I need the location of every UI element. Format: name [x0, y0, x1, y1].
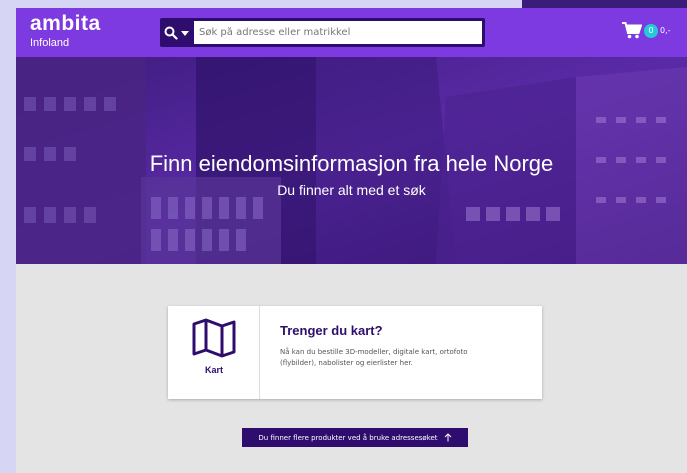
- product-card-icon-panel: Kart: [168, 306, 260, 399]
- search-bar: [160, 18, 485, 47]
- browser-top-strip: [0, 0, 687, 8]
- chevron-down-icon: [181, 30, 189, 36]
- cart-count-badge: 0: [644, 23, 658, 38]
- cart-amount: 0,-: [660, 26, 671, 35]
- cart-icon: [622, 22, 642, 39]
- product-card-heading: Trenger du kart?: [280, 323, 383, 338]
- cta-label: Du finner flere produkter ved å bruke ad…: [258, 433, 438, 442]
- hero-banner: Finn eiendomsinformasjon fra hele Norge …: [16, 57, 687, 264]
- brand-name: ambita: [30, 12, 101, 35]
- search-type-dropdown[interactable]: [164, 22, 194, 43]
- product-card-map[interactable]: Kart Trenger du kart? Nå kan du bestille…: [168, 306, 542, 399]
- top-strip-dark-bar: [522, 0, 687, 8]
- search-icon: [164, 26, 178, 40]
- top-header: ambita Infoland 0 0,: [16, 8, 687, 57]
- brand-sub: Infoland: [30, 37, 70, 49]
- search-input[interactable]: [194, 21, 482, 44]
- brand-logo[interactable]: ambita Infoland: [30, 13, 101, 50]
- cart-button[interactable]: 0 0,-: [622, 22, 671, 39]
- search-more-products-button[interactable]: Du finner flere produkter ved å bruke ad…: [242, 428, 468, 447]
- hero-subtitle: Du finner alt med et søk: [277, 182, 426, 198]
- product-card-description: Nå kan du bestille 3D-modeller, digitale…: [280, 348, 468, 367]
- hero-title: Finn eiendomsinformasjon fra hele Norge: [149, 151, 554, 176]
- app-window: ambita Infoland 0 0,: [16, 8, 687, 473]
- arrow-up-icon: [444, 433, 451, 442]
- map-icon: [192, 318, 236, 358]
- product-card-icon-label: Kart: [204, 365, 223, 375]
